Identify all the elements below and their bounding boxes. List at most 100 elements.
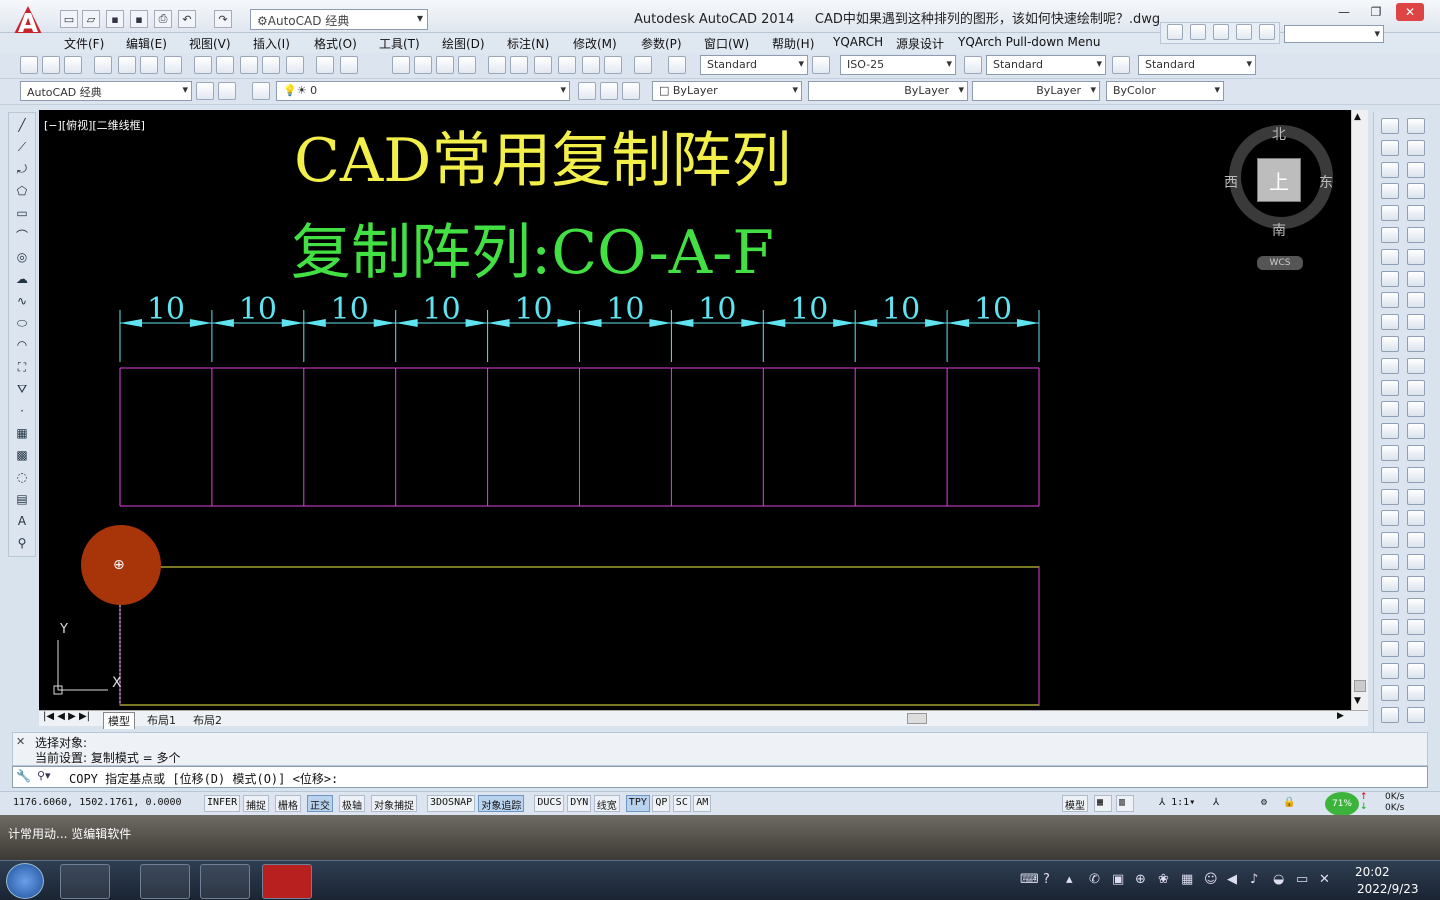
view-tool-1-icon[interactable] bbox=[1167, 24, 1183, 40]
scroll-right-icon[interactable]: ▶ bbox=[1337, 711, 1344, 721]
menu-parametric[interactable]: 参数(P) bbox=[641, 35, 682, 52]
text-style-select[interactable]: Standard bbox=[700, 55, 808, 75]
status-toggle-正交[interactable]: 正交 bbox=[307, 795, 333, 812]
modify-tool-11-a-icon[interactable] bbox=[1381, 336, 1399, 352]
standard-tool-12-icon[interactable] bbox=[286, 56, 304, 74]
redo-icon[interactable]: ↷ bbox=[214, 10, 232, 28]
status-toggle-对象追踪[interactable]: 对象追踪 bbox=[478, 795, 525, 812]
standard-tool-11-icon[interactable] bbox=[262, 56, 280, 74]
color-select[interactable]: □ ByLayer bbox=[652, 81, 802, 101]
scroll-down-icon[interactable]: ▼ bbox=[1354, 696, 1361, 706]
linetype-select[interactable]: ByLayer bbox=[808, 81, 968, 101]
tray-icon-12[interactable]: ◒ bbox=[1273, 872, 1284, 887]
tray-icon-8[interactable]: ▦ bbox=[1181, 872, 1193, 887]
tab-model[interactable]: 模型 bbox=[103, 712, 135, 729]
style-tool-3-icon[interactable] bbox=[1112, 56, 1130, 74]
tray-icon-6[interactable]: ⊕ bbox=[1135, 872, 1146, 887]
view-tool-2-icon[interactable] bbox=[1190, 24, 1206, 40]
draw-tool-20-icon[interactable]: ⚲ bbox=[13, 535, 31, 551]
modify-tool-9-a-icon[interactable] bbox=[1381, 292, 1399, 309]
modify-tool-5-a-icon[interactable] bbox=[1381, 205, 1399, 222]
modify-tool-16-b-icon[interactable] bbox=[1407, 445, 1425, 461]
menu-draw[interactable]: 绘图(D) bbox=[442, 35, 485, 52]
draw-tool-1-icon[interactable]: ╱ bbox=[13, 117, 31, 133]
modify-tool-20-a-icon[interactable] bbox=[1381, 532, 1399, 549]
modify-tool-8-a-icon[interactable] bbox=[1381, 270, 1399, 287]
lineweight-select[interactable]: ByLayer bbox=[972, 81, 1100, 101]
command-icon[interactable]: ⚲▾ bbox=[37, 769, 51, 782]
layer-tool-6-icon[interactable] bbox=[622, 82, 640, 100]
draw-tool-4-icon[interactable]: ⬠ bbox=[13, 183, 31, 199]
compass-north[interactable]: 北 bbox=[1272, 124, 1286, 144]
standard-tool-18-icon[interactable] bbox=[458, 56, 476, 74]
menu-insert[interactable]: 插入(I) bbox=[253, 35, 290, 52]
draw-tool-9-icon[interactable]: ∿ bbox=[13, 293, 31, 309]
wcs-menu[interactable]: WCS bbox=[1257, 256, 1303, 270]
close-command-icon[interactable]: ✕ bbox=[16, 735, 25, 748]
annotation-scale[interactable]: ⅄ 1:1▾ bbox=[1156, 795, 1198, 812]
draw-tool-7-icon[interactable]: ◎ bbox=[13, 249, 31, 265]
modify-tool-6-b-icon[interactable] bbox=[1407, 227, 1425, 243]
scroll-up-icon[interactable]: ▲ bbox=[1354, 112, 1361, 122]
menu-tools[interactable]: 工具(T) bbox=[379, 35, 420, 52]
taskbar-app-folder-icon[interactable] bbox=[200, 864, 250, 899]
minimize-button[interactable]: — bbox=[1330, 3, 1358, 21]
standard-tool-20-icon[interactable] bbox=[510, 56, 528, 74]
menu-help[interactable]: 帮助(H) bbox=[772, 35, 814, 52]
layer-select[interactable]: 💡☀ 0 bbox=[276, 81, 570, 101]
desktop-icon-labels[interactable]: 计常用动... 览编辑软件 bbox=[8, 825, 131, 842]
status-toggle-am[interactable]: AM bbox=[693, 795, 712, 812]
status-toggle-ducs[interactable]: DUCS bbox=[534, 795, 565, 812]
command-line[interactable]: 🔧 ⚲▾ COPY 指定基点或 [位移(D) 模式(O)] <位移>: bbox=[12, 766, 1428, 788]
drawing-canvas[interactable]: [−][俯视][二维线框] CAD常用复制阵列 复制阵列:CO-A-F 10 10… bbox=[39, 110, 1351, 710]
status-toggle-qp[interactable]: QP bbox=[652, 795, 671, 812]
standard-tool-25-icon[interactable] bbox=[634, 56, 652, 74]
modify-tool-4-a-icon[interactable] bbox=[1381, 183, 1399, 200]
quickview-icon[interactable]: ▥ bbox=[1116, 795, 1134, 812]
standard-tool-15-icon[interactable] bbox=[392, 56, 410, 74]
table-style-select[interactable]: Standard bbox=[986, 55, 1106, 75]
draw-tool-14-icon[interactable]: · bbox=[13, 403, 31, 419]
standard-tool-10-icon[interactable] bbox=[240, 56, 258, 74]
modify-tool-17-a-icon[interactable] bbox=[1381, 466, 1399, 483]
dim-style-select[interactable]: ISO-25 bbox=[840, 55, 956, 75]
modify-tool-7-a-icon[interactable] bbox=[1381, 248, 1399, 265]
modify-tool-24-b-icon[interactable] bbox=[1407, 619, 1425, 636]
draw-tool-6-icon[interactable]: ⌒ bbox=[13, 227, 31, 243]
draw-tool-2-icon[interactable]: ⟋ bbox=[13, 139, 31, 155]
tray-icon-4[interactable]: ✆ bbox=[1089, 872, 1100, 887]
status-toggle-dyn[interactable]: DYN bbox=[567, 795, 592, 812]
menu-format[interactable]: 格式(O) bbox=[314, 35, 357, 52]
tray-icon-5[interactable]: ▣ bbox=[1112, 872, 1124, 887]
modify-tool-4-b-icon[interactable] bbox=[1407, 183, 1425, 200]
modify-tool-27-b-icon[interactable] bbox=[1407, 684, 1425, 701]
draw-tool-17-icon[interactable]: ◌ bbox=[13, 469, 31, 485]
modify-tool-20-b-icon[interactable] bbox=[1407, 532, 1425, 549]
style-tool-1-icon[interactable] bbox=[812, 56, 830, 74]
scroll-thumb[interactable] bbox=[1354, 680, 1366, 692]
modify-tool-12-a-icon[interactable] bbox=[1381, 357, 1399, 374]
draw-tool-15-icon[interactable]: ▦ bbox=[13, 425, 31, 441]
save-icon[interactable]: ▪ bbox=[106, 10, 124, 28]
clock-time[interactable]: 20:02 bbox=[1355, 865, 1390, 879]
command-prompt[interactable]: COPY 指定基点或 [位移(D) 模式(O)] <位移>: bbox=[69, 770, 338, 787]
draw-tool-5-icon[interactable]: ▭ bbox=[13, 205, 31, 221]
standard-tool-3-icon[interactable] bbox=[64, 56, 82, 74]
hscroll-thumb[interactable] bbox=[907, 713, 927, 724]
taskbar-app-360-icon[interactable] bbox=[60, 864, 110, 899]
standard-tool-6-icon[interactable] bbox=[140, 56, 158, 74]
standard-tool-1-icon[interactable] bbox=[20, 56, 38, 74]
draw-tool-8-icon[interactable]: ☁ bbox=[13, 271, 31, 287]
tray-icon-11[interactable]: ♪ bbox=[1250, 872, 1258, 887]
modify-tool-26-a-icon[interactable] bbox=[1381, 663, 1399, 679]
modify-tool-21-b-icon[interactable] bbox=[1407, 554, 1425, 570]
standard-tool-5-icon[interactable] bbox=[118, 56, 136, 74]
tray-icon-1[interactable]: ⌨ bbox=[1020, 872, 1039, 887]
tray-icon-9[interactable]: ☺ bbox=[1204, 872, 1218, 887]
save-as-icon[interactable]: ▪ bbox=[130, 10, 148, 28]
view-tool-3-icon[interactable] bbox=[1213, 24, 1229, 40]
layer-tool-4-icon[interactable] bbox=[578, 82, 596, 100]
draw-tool-19-icon[interactable]: A bbox=[13, 513, 31, 529]
menu-edit[interactable]: 编辑(E) bbox=[126, 35, 167, 52]
modify-tool-5-b-icon[interactable] bbox=[1407, 205, 1425, 222]
